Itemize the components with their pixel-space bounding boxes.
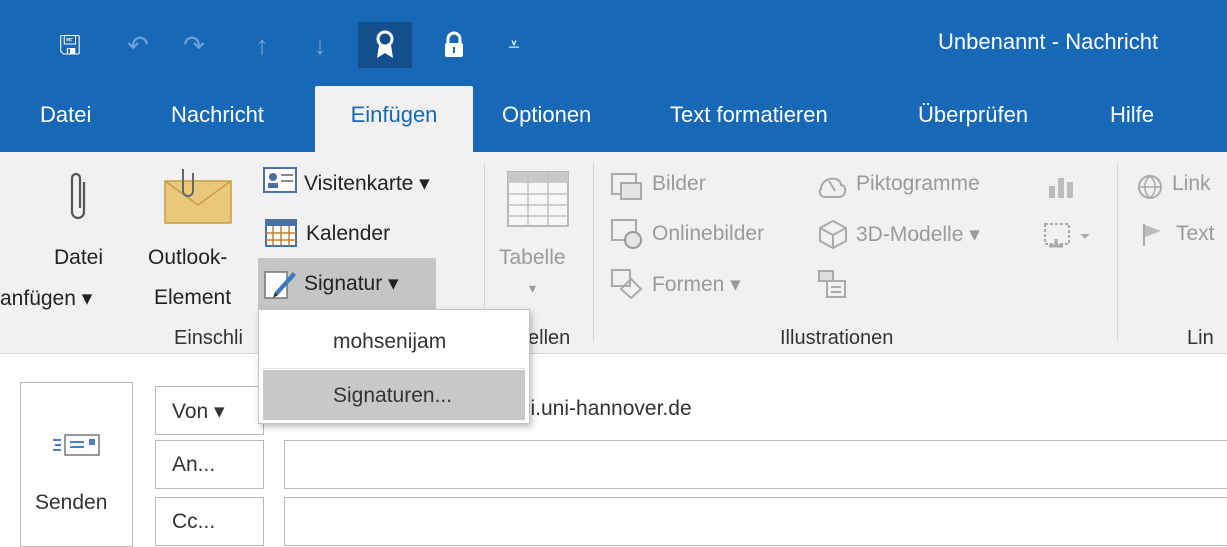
customize-icon[interactable]: ⩡ xyxy=(490,22,538,68)
calendar-svg xyxy=(265,219,297,247)
tab-text-formatieren[interactable]: Text formatieren xyxy=(670,86,828,152)
cube-icon[interactable] xyxy=(816,218,850,250)
smartart-icon[interactable] xyxy=(816,268,850,300)
down-glyph: ↓ xyxy=(313,30,327,60)
menu-divider xyxy=(263,368,525,369)
lock-icon[interactable] xyxy=(430,22,478,68)
signature-pen-icon xyxy=(262,268,298,300)
to-button[interactable]: An... xyxy=(155,440,264,489)
table-dropdown-arrow[interactable]: ▾ xyxy=(529,280,536,297)
screenshot-svg xyxy=(1044,223,1090,248)
up-arrow-icon[interactable]: ↑ xyxy=(238,22,286,68)
signature-svg xyxy=(264,271,296,299)
business-card-svg xyxy=(263,167,297,193)
signature-label: Signatur ▾ xyxy=(304,272,399,295)
attach-file-label-1[interactable]: Datei xyxy=(54,246,103,270)
link-svg xyxy=(1138,175,1162,199)
group-label-include: Einschli xyxy=(174,327,243,349)
title-bar: 🖫 ↶ ↷ ↑ ↓ ⩡ Unbenannt - Nachricht Datei … xyxy=(0,0,1227,152)
send-button[interactable]: Senden xyxy=(20,382,133,547)
tab-ueberpruefen[interactable]: Überprüfen xyxy=(918,86,1028,152)
chart-svg xyxy=(1049,178,1073,198)
bookmark-svg xyxy=(1143,224,1161,246)
redo-icon[interactable]: ↷ xyxy=(170,22,218,68)
online-pictures-icon[interactable] xyxy=(610,218,644,250)
shapes-icon[interactable] xyxy=(610,268,644,300)
cc-button[interactable]: Cc... xyxy=(155,497,264,546)
paperclip-icon[interactable] xyxy=(58,166,98,226)
icons-icon[interactable] xyxy=(816,170,852,202)
group-label-illustrations: Illustrationen xyxy=(780,327,894,349)
table-svg xyxy=(507,171,569,227)
shapes-svg xyxy=(611,269,643,299)
group-separator-2 xyxy=(593,162,594,342)
ribbon: Datei anfügen ▾ Outlook- Element Visiten… xyxy=(0,152,1227,354)
business-card-icon[interactable] xyxy=(262,166,298,194)
pictures-svg xyxy=(611,173,642,200)
signature-button[interactable]: Signatur ▾ xyxy=(258,258,436,310)
shapes-label[interactable]: Formen ▾ xyxy=(652,272,741,297)
tab-hilfe[interactable]: Hilfe xyxy=(1110,86,1154,152)
business-card-label[interactable]: Visitenkarte ▾ xyxy=(304,171,430,196)
group-label-links: Lin xyxy=(1187,327,1214,349)
text-label[interactable]: Text xyxy=(1176,222,1215,246)
redo-glyph: ↷ xyxy=(183,30,205,60)
envelope-icon[interactable] xyxy=(162,164,236,226)
screenshot-icon[interactable] xyxy=(1040,220,1098,250)
outlook-item-label-1[interactable]: Outlook- xyxy=(148,246,227,270)
online-pictures-svg xyxy=(611,219,642,249)
to-field[interactable] xyxy=(284,440,1227,489)
save-icon[interactable]: 🖫 xyxy=(46,22,94,68)
pictures-label[interactable]: Bilder xyxy=(652,172,706,196)
ribbon-badge-icon[interactable] xyxy=(358,22,412,68)
calendar-icon[interactable] xyxy=(264,218,298,248)
chart-icon[interactable] xyxy=(1044,172,1078,202)
link-label[interactable]: Link xyxy=(1172,172,1211,196)
group-label-tables: ellen xyxy=(528,327,571,349)
tab-nachricht[interactable]: Nachricht xyxy=(171,86,264,152)
signature-item-mohsenijam[interactable]: mohsenijam xyxy=(263,316,525,366)
up-glyph: ↑ xyxy=(255,30,269,60)
undo-icon[interactable]: ↶ xyxy=(114,22,162,68)
window-title: Unbenannt - Nachricht xyxy=(938,29,1159,54)
smartart-svg xyxy=(818,270,846,298)
undo-glyph: ↶ xyxy=(127,30,149,60)
tab-einfuegen[interactable]: Einfügen xyxy=(315,86,473,152)
outlook-item-label-2[interactable]: Element xyxy=(154,286,231,310)
attach-file-label-2[interactable]: anfügen ▾ xyxy=(0,286,92,311)
icons-label[interactable]: Piktogramme xyxy=(856,172,980,196)
signatures-settings-item[interactable]: Signaturen... xyxy=(263,370,525,420)
send-label: Senden xyxy=(35,491,108,514)
models-3d-label[interactable]: 3D-Modelle ▾ xyxy=(856,222,980,247)
calendar-label[interactable]: Kalender xyxy=(306,222,390,246)
down-arrow-icon[interactable]: ↓ xyxy=(296,22,344,68)
send-svg xyxy=(53,434,100,456)
pictures-icon[interactable] xyxy=(610,172,644,202)
send-icon xyxy=(51,431,103,459)
table-label[interactable]: Tabelle xyxy=(499,246,566,270)
envelope-svg xyxy=(164,169,232,224)
link-icon[interactable] xyxy=(1134,172,1166,202)
lock-svg xyxy=(445,31,463,57)
bookmark-flag-icon[interactable] xyxy=(1138,220,1166,250)
signature-menu: mohsenijam Signaturen... xyxy=(258,309,530,424)
customize-glyph: ⩡ xyxy=(508,34,520,56)
paperclip-svg xyxy=(70,172,86,220)
cc-field[interactable] xyxy=(284,497,1227,546)
tab-optionen[interactable]: Optionen xyxy=(502,86,591,152)
icons-svg xyxy=(818,177,847,198)
from-address: vi.uni-hannover.de xyxy=(520,397,692,420)
save-glyph: 🖫 xyxy=(58,30,82,60)
badge-svg xyxy=(376,30,394,58)
cube-svg xyxy=(819,219,847,249)
from-button[interactable]: Von ▾ xyxy=(155,386,264,435)
tab-datei[interactable]: Datei xyxy=(40,86,91,152)
online-pictures-label[interactable]: Onlinebilder xyxy=(652,222,764,246)
table-icon[interactable] xyxy=(506,170,570,228)
group-separator-3 xyxy=(1117,162,1118,342)
